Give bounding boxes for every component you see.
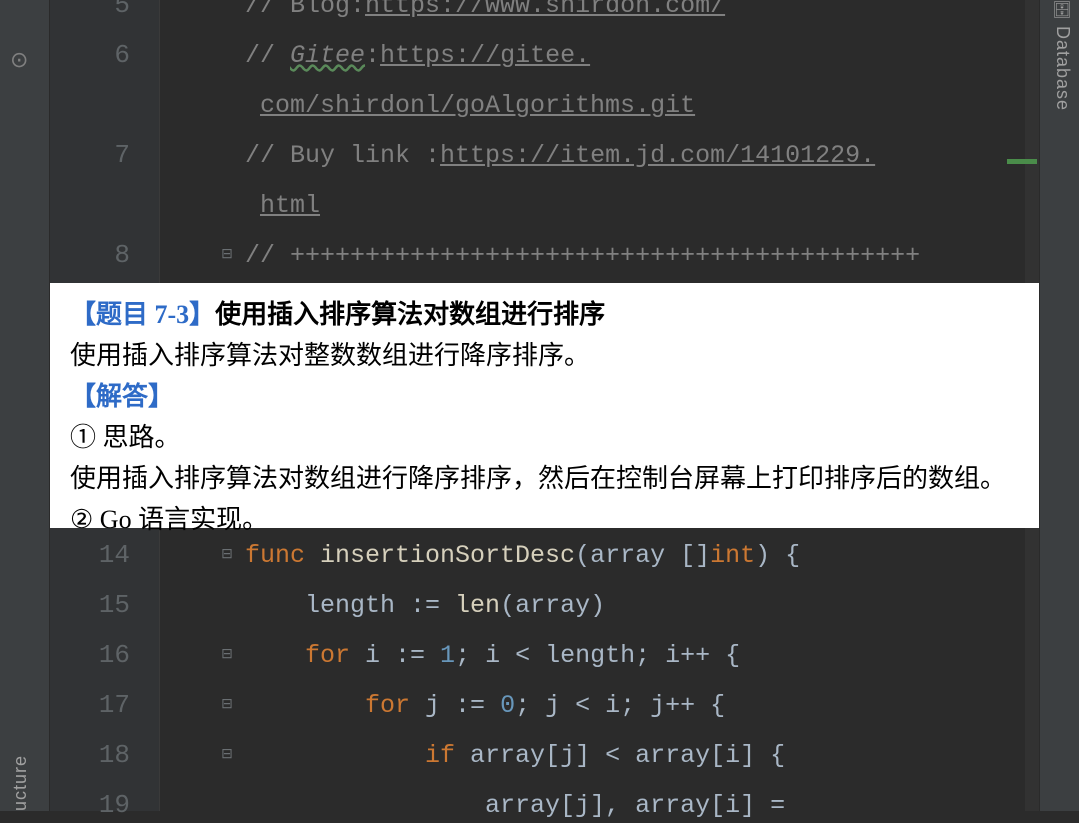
number: 0 xyxy=(500,691,515,720)
line-number: 17 xyxy=(50,690,130,720)
code-line[interactable]: func insertionSortDesc(array []int) { xyxy=(245,540,1039,573)
comment-text: // xyxy=(245,41,290,70)
keyword: for xyxy=(365,691,410,720)
fold-toggle-icon[interactable]: ⊟ xyxy=(220,548,234,562)
explanation-text: 使用插入排序算法对数组进行降序排序，然后在控制台屏幕上打印排序后的数组。 xyxy=(70,459,1020,498)
keyword: for xyxy=(305,641,350,670)
database-icon: 🗄 xyxy=(1052,0,1073,20)
keyword: if xyxy=(425,741,455,770)
problem-overlay: 【题目 7-3】使用插入排序算法对数组进行排序 使用插入排序算法对整数数组进行降… xyxy=(50,283,1040,528)
code-text: i := xyxy=(350,641,440,670)
gitee-link[interactable]: com/shirdonl/goAlgorithms.git xyxy=(260,91,695,120)
comment-text: // +++++++++++++++++++++++++++++++++++++… xyxy=(245,241,920,270)
code-line[interactable]: length := len(array) xyxy=(245,590,1039,623)
code-text: j := xyxy=(410,691,500,720)
gitee-label: Gitee xyxy=(290,41,365,70)
buy-link[interactable]: https://item.jd.com/14101229. xyxy=(440,141,875,170)
code-text: ; i < length; i++ { xyxy=(455,641,740,670)
buy-link[interactable]: html xyxy=(260,191,320,220)
database-tab-label: Database xyxy=(1052,26,1073,111)
database-tab[interactable]: 🗄 Database xyxy=(1052,0,1073,111)
builtin: len xyxy=(455,591,500,620)
code-line[interactable]: // Buy link :https://item.jd.com/1410122… xyxy=(245,140,1039,173)
right-tool-panel: 🗄 Database xyxy=(1039,0,1079,811)
line-number: 18 xyxy=(50,740,130,770)
function-name: insertionSortDesc xyxy=(305,541,575,570)
number: 1 xyxy=(440,641,455,670)
fold-toggle-icon[interactable]: ⊟ xyxy=(220,698,234,712)
code-text: (array [] xyxy=(575,541,710,570)
line-number: 5 xyxy=(50,0,130,20)
line-number: 6 xyxy=(50,40,130,70)
step-heading: ② Go 语言实现。 xyxy=(70,500,1020,539)
left-tool-panel: ⊙ ucture xyxy=(0,0,50,811)
commit-icon[interactable]: ⊙ xyxy=(10,48,28,74)
problem-description: 使用插入排序算法对整数数组进行降序排序。 xyxy=(70,336,1020,375)
problem-title-text: 使用插入排序算法对数组进行排序 xyxy=(215,300,605,329)
line-number: 7 xyxy=(50,140,130,170)
code-line[interactable]: for j := 0; j < i; j++ { xyxy=(245,690,1039,723)
comment-text: : xyxy=(365,41,380,70)
comment-text: // Buy link : xyxy=(245,141,440,170)
code-text: ) { xyxy=(755,541,800,570)
code-text: array[j] < array[i] { xyxy=(455,741,785,770)
step-heading: ① 思路。 xyxy=(70,418,1020,457)
code-line[interactable]: com/shirdonl/goAlgorithms.git xyxy=(260,90,1039,123)
keyword: func xyxy=(245,541,305,570)
line-number: 19 xyxy=(50,790,130,820)
code-line[interactable]: // +++++++++++++++++++++++++++++++++++++… xyxy=(245,240,1039,273)
gitee-link[interactable]: https://gitee. xyxy=(380,41,590,70)
code-line[interactable]: // Blog:https://www.shirdon.com/ xyxy=(245,0,1039,23)
blog-link[interactable]: https://www.shirdon.com/ xyxy=(365,0,725,20)
answer-tag: 【解答】 xyxy=(70,377,1020,416)
line-number: 14 xyxy=(50,540,130,570)
line-number: 15 xyxy=(50,590,130,620)
fold-toggle-icon[interactable]: ⊟ xyxy=(220,648,234,662)
structure-tab[interactable]: ucture xyxy=(10,755,31,811)
type: int xyxy=(710,541,755,570)
problem-title: 【题目 7-3】使用插入排序算法对数组进行排序 xyxy=(70,295,1020,334)
code-line[interactable]: html xyxy=(260,190,1039,223)
line-number: 8 xyxy=(50,240,130,270)
code-line[interactable]: if array[j] < array[i] { xyxy=(245,740,1039,773)
code-line[interactable]: for i := 1; i < length; i++ { xyxy=(245,640,1039,673)
fold-toggle-icon[interactable]: ⊟ xyxy=(220,748,234,762)
line-number: 16 xyxy=(50,640,130,670)
code-line[interactable]: // Gitee:https://gitee. xyxy=(245,40,1039,73)
comment-text: // Blog: xyxy=(245,0,365,20)
vcs-change-marker[interactable] xyxy=(1007,159,1037,164)
code-text: ; j < i; j++ { xyxy=(515,691,725,720)
code-line[interactable]: array[j], array[i] = xyxy=(245,790,1039,823)
problem-tag: 【题目 7-3】 xyxy=(70,300,215,329)
fold-toggle-icon[interactable]: ⊟ xyxy=(220,248,234,262)
